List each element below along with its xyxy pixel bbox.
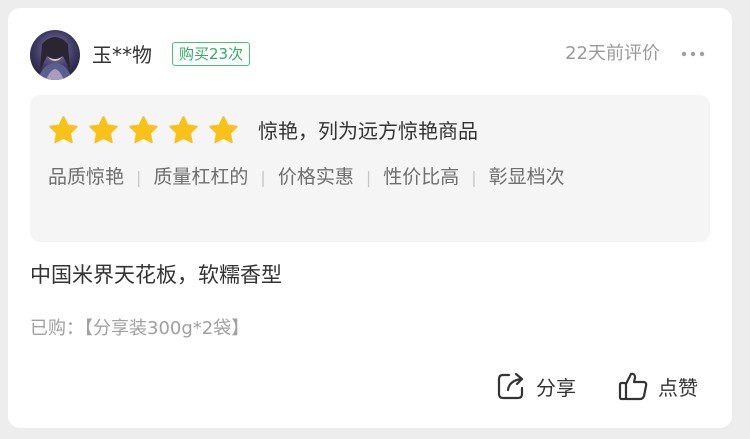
purchased-variant: 已购：【分享装300g*2袋】: [30, 318, 250, 339]
rating-description: 惊艳，列为远方惊艳商品: [258, 119, 478, 143]
user-avatar-icon: [30, 30, 80, 80]
like-label: 点赞: [658, 375, 698, 400]
review-tag: 质量杠杠的: [153, 166, 249, 188]
star-icon: [89, 116, 118, 144]
star-icon: [129, 116, 158, 144]
star-icon: [169, 116, 198, 144]
review-tag: 价格实惠: [277, 166, 354, 188]
review-tag: 品质惊艳: [48, 166, 125, 188]
thumbs-up-icon: [618, 372, 648, 401]
review-tags: 品质惊艳 | 质量杠杠的 | 价格实惠 | 性价比高 | 彰显档次: [48, 162, 608, 193]
user-avatar[interactable]: [30, 30, 80, 80]
review-content: 中国米界天花板，软糯香型: [30, 263, 282, 287]
review-card: 玉**物 购买23次 22天前评价 惊艳，列为远方惊艳商品 品质惊艳 | 质量杠杠的…: [8, 8, 732, 428]
share-label: 分享: [536, 375, 576, 400]
purchase-count-badge: 购买23次: [172, 42, 251, 66]
share-button[interactable]: 分享: [494, 368, 576, 404]
review-tag: 性价比高: [383, 166, 460, 188]
tag-separator: |: [136, 168, 142, 187]
star-icon: [209, 116, 238, 144]
rating-panel: 惊艳，列为远方惊艳商品 品质惊艳 | 质量杠杠的 | 价格实惠 | 性价比高 | 彰显档次: [30, 95, 710, 242]
like-button[interactable]: 点赞: [616, 368, 698, 404]
review-tag: 彰显档次: [488, 166, 565, 188]
more-options-button[interactable]: [680, 42, 706, 66]
more-dots-icon: [681, 51, 705, 57]
review-time: 22天前评价: [565, 43, 660, 64]
tag-separator: |: [260, 168, 266, 187]
tag-separator: |: [471, 168, 477, 187]
star-icon: [49, 116, 78, 144]
share-icon: [497, 372, 524, 400]
star-rating: [48, 115, 248, 146]
tag-separator: |: [365, 168, 372, 187]
username: 玉**物: [92, 43, 152, 67]
